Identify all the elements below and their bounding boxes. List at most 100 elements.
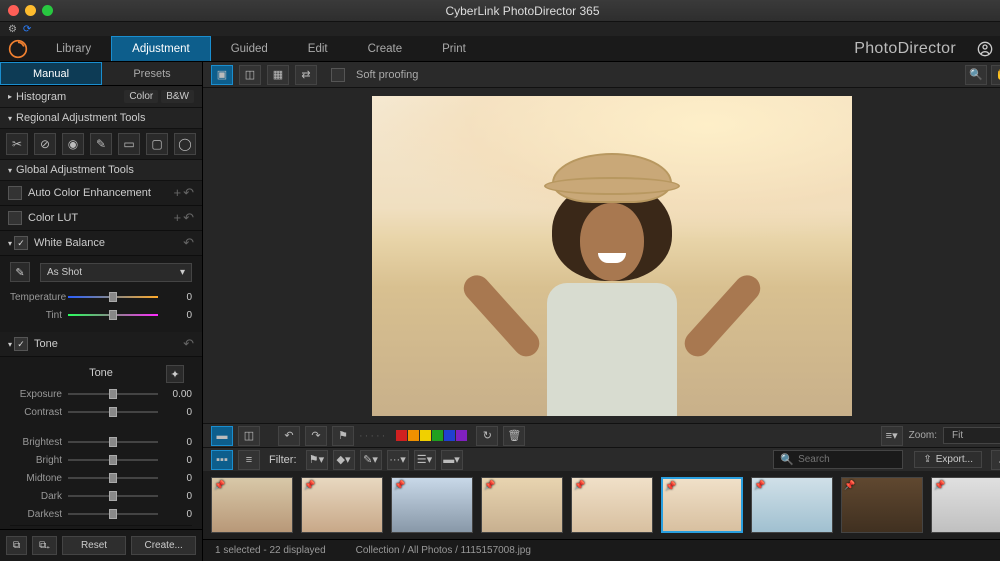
white-balance-item[interactable]: ▾ ✓ White Balance ↶ — [0, 231, 202, 256]
tab-edit[interactable]: Edit — [288, 36, 348, 61]
add-icon[interactable]: + — [174, 185, 182, 201]
reset-icon[interactable]: ↶ — [183, 210, 194, 226]
color-label-cell[interactable] — [420, 430, 431, 441]
white-balance-checkbox[interactable]: ✓ — [14, 236, 28, 250]
thumbnail-item[interactable]: 📌 — [841, 477, 923, 533]
paste-settings-icon[interactable]: ⧉₊ — [32, 536, 57, 555]
create-preset-button[interactable]: Create... — [131, 536, 196, 555]
filter-stack-icon[interactable]: ▬▾ — [441, 450, 463, 470]
reset-button[interactable]: Reset — [62, 536, 127, 555]
refresh-icon[interactable]: ↻ — [476, 426, 498, 446]
view-single-icon[interactable]: ▣ — [211, 65, 233, 85]
thumbnail-item[interactable]: 📌 — [211, 477, 293, 533]
thumbnail-item[interactable]: 📌 — [481, 477, 563, 533]
radial-tool-icon[interactable]: ◯ — [174, 133, 196, 155]
close-window-icon[interactable] — [8, 5, 19, 16]
thumb-size-icon[interactable]: ▪▪▪ — [211, 450, 233, 470]
filter-flag-icon[interactable]: ⚑▾ — [306, 450, 328, 470]
tint-slider[interactable] — [68, 308, 158, 322]
rating-dots[interactable]: ····· — [359, 430, 387, 442]
pan-tool-icon[interactable]: ✋ — [991, 65, 1000, 85]
eyedropper-icon[interactable]: ✎ — [10, 262, 30, 282]
color-label-cell[interactable] — [408, 430, 419, 441]
filter-rating-icon[interactable]: ···▾ — [387, 450, 409, 470]
bright-slider[interactable] — [68, 453, 158, 467]
crop-tool-icon[interactable]: ✂ — [6, 133, 28, 155]
flag-icon[interactable]: ⚑ — [332, 426, 354, 446]
rotate-right-icon[interactable]: ↷ — [305, 426, 327, 446]
subtab-presets[interactable]: Presets — [102, 62, 202, 85]
filter-sort-icon[interactable]: ☰▾ — [414, 450, 436, 470]
filter-label-icon[interactable]: ◆▾ — [333, 450, 355, 470]
view-compare-icon[interactable]: ◫ — [239, 65, 261, 85]
maximize-window-icon[interactable] — [42, 5, 53, 16]
histogram-bw-toggle[interactable]: B&W — [161, 90, 194, 103]
wb-mode-dropdown[interactable]: As Shot ▾ — [40, 263, 192, 282]
color-lut-checkbox[interactable] — [8, 211, 22, 225]
color-label-cell[interactable] — [456, 430, 467, 441]
color-label-cell[interactable] — [396, 430, 407, 441]
reload-icon[interactable]: ⟳ — [23, 24, 31, 35]
share-icon[interactable]: ↗ — [991, 450, 1000, 470]
reset-icon[interactable]: ↶ — [183, 185, 194, 201]
filter-edit-icon[interactable]: ✎▾ — [360, 450, 382, 470]
trash-icon[interactable]: 🗑 — [503, 426, 525, 446]
app-logo-icon[interactable] — [0, 36, 36, 61]
thumbnail-item[interactable]: 📌 — [661, 477, 743, 533]
thumbnail-item[interactable]: 📌 — [931, 477, 1000, 533]
search-box[interactable]: 🔍 ✕ — [773, 450, 903, 469]
brush-tool-icon[interactable]: ✎ — [90, 133, 112, 155]
section-global[interactable]: ▾ Global Adjustment Tools — [0, 160, 202, 181]
tab-adjustment[interactable]: Adjustment — [111, 36, 211, 61]
rotate-left-icon[interactable]: ↶ — [278, 426, 300, 446]
redeye-tool-icon[interactable]: ◉ — [62, 133, 84, 155]
section-histogram[interactable]: ▸ Histogram Color B&W — [0, 86, 202, 108]
dark-slider[interactable] — [68, 489, 158, 503]
color-label-cell[interactable] — [432, 430, 443, 441]
exposure-slider[interactable] — [68, 387, 158, 401]
thumbnail-item[interactable]: 📌 — [301, 477, 383, 533]
profile-icon[interactable] — [970, 36, 1000, 61]
thumbnail-item[interactable]: 📌 — [751, 477, 833, 533]
brightest-slider[interactable] — [68, 435, 158, 449]
reset-icon[interactable]: ↶ — [183, 336, 194, 352]
tone-item[interactable]: ▾ ✓ Tone ↶ — [0, 332, 202, 357]
thumbnail-item[interactable]: 📌 — [391, 477, 473, 533]
export-button[interactable]: ⇪ Export... — [914, 451, 982, 468]
search-input[interactable] — [798, 454, 930, 465]
reset-icon[interactable]: ↶ — [183, 235, 194, 251]
tab-library[interactable]: Library — [36, 36, 111, 61]
section-regional[interactable]: ▾ Regional Adjustment Tools — [0, 108, 202, 129]
zoom-dropdown[interactable]: Fit▾ — [943, 427, 1000, 444]
layout-single-icon[interactable]: ▬ — [211, 426, 233, 446]
tone-checkbox[interactable]: ✓ — [14, 337, 28, 351]
mask-tool-icon[interactable]: ▢ — [146, 133, 168, 155]
add-icon[interactable]: + — [174, 210, 182, 226]
tab-guided[interactable]: Guided — [211, 36, 288, 61]
auto-color-checkbox[interactable] — [8, 186, 22, 200]
subtab-manual[interactable]: Manual — [0, 62, 102, 85]
thumb-list-icon[interactable]: ≡ — [238, 450, 260, 470]
copy-settings-icon[interactable]: ⧉ — [6, 536, 27, 555]
sort-icon[interactable]: ≡▾ — [881, 426, 903, 446]
darkest-slider[interactable] — [68, 507, 158, 521]
image-canvas[interactable] — [203, 88, 1000, 423]
gradient-tool-icon[interactable]: ▭ — [118, 133, 140, 155]
auto-tone-icon[interactable]: ✦ — [166, 365, 184, 383]
thumbnail-item[interactable]: 📌 — [571, 477, 653, 533]
view-grid-icon[interactable]: ▦ — [267, 65, 289, 85]
tab-print[interactable]: Print — [422, 36, 486, 61]
midtone-slider[interactable] — [68, 471, 158, 485]
temperature-slider[interactable] — [68, 290, 158, 304]
settings-icon[interactable]: ⚙ — [8, 24, 17, 35]
color-label-cell[interactable] — [444, 430, 455, 441]
spot-tool-icon[interactable]: ⊘ — [34, 133, 56, 155]
contrast-slider[interactable] — [68, 405, 158, 419]
layout-split-icon[interactable]: ◫ — [238, 426, 260, 446]
tab-create[interactable]: Create — [348, 36, 423, 61]
minimize-window-icon[interactable] — [25, 5, 36, 16]
soft-proofing-checkbox[interactable] — [331, 68, 345, 82]
zoom-tool-icon[interactable]: 🔍 — [965, 65, 987, 85]
histogram-color-toggle[interactable]: Color — [124, 90, 158, 103]
view-mirror-icon[interactable]: ⇄ — [295, 65, 317, 85]
